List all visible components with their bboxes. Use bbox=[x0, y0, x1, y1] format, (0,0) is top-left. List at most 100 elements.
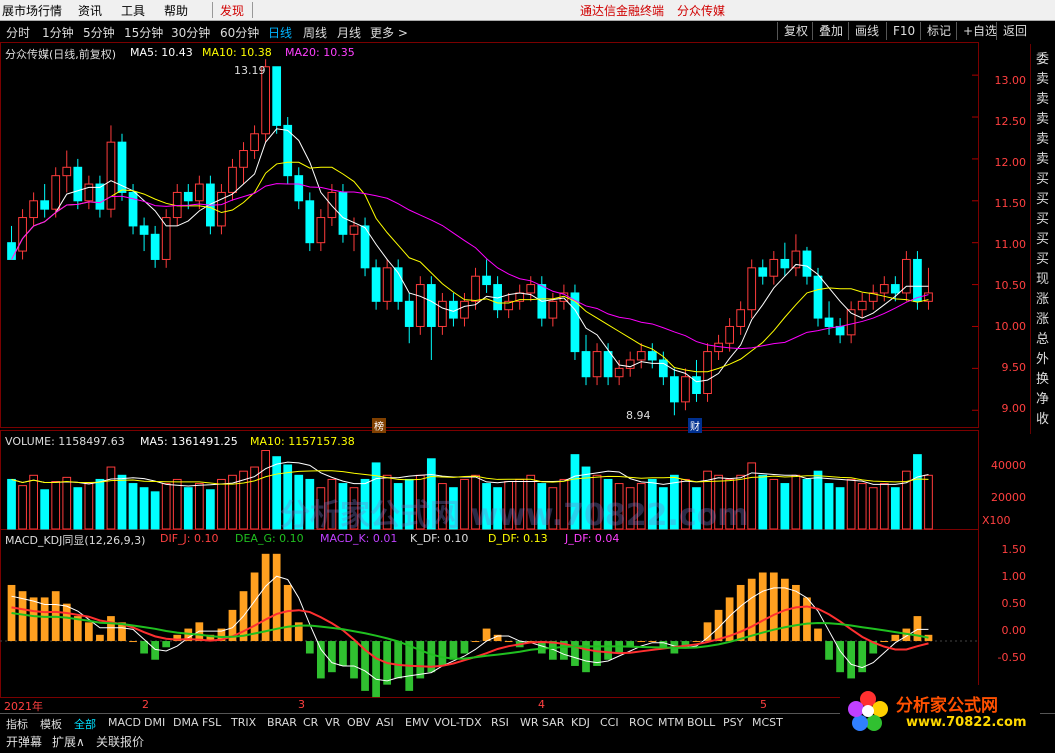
indicator-tab[interactable]: ASI bbox=[376, 716, 394, 729]
dif-j-label: DIF_J: 0.10 bbox=[160, 532, 219, 545]
indicator-tab[interactable]: DMA bbox=[173, 716, 199, 729]
candle-body bbox=[769, 258, 779, 277]
period-tab[interactable]: 分时 bbox=[6, 24, 30, 41]
period-more[interactable]: 更多 > bbox=[370, 24, 408, 41]
volume-bar bbox=[802, 478, 812, 530]
macd-bar bbox=[328, 641, 336, 673]
dea-line bbox=[11, 612, 929, 660]
f10-button[interactable]: F10 bbox=[886, 22, 921, 40]
menu-news[interactable]: 资讯 bbox=[78, 2, 102, 19]
indicator-tab[interactable]: 模板 bbox=[40, 716, 62, 732]
cai-badge[interactable]: 财 bbox=[688, 418, 702, 433]
period-tab[interactable]: 30分钟 bbox=[171, 24, 210, 41]
price-tick: 9.50 bbox=[1001, 361, 1027, 374]
candle-body bbox=[526, 284, 536, 294]
volume-ma5-line bbox=[11, 461, 929, 487]
candle-body bbox=[426, 284, 436, 327]
side-label: 卖 bbox=[1036, 112, 1050, 127]
indicator-tab[interactable]: ROC bbox=[629, 716, 653, 729]
volume-bar bbox=[261, 450, 270, 530]
side-label: 卖 bbox=[1036, 72, 1050, 87]
indicator-tab[interactable]: WR bbox=[520, 716, 539, 729]
indicator-tab[interactable]: EMV bbox=[405, 716, 429, 729]
flower-logo-icon bbox=[848, 691, 888, 731]
indicator-tab[interactable]: CCI bbox=[600, 716, 619, 729]
back-button[interactable]: 返回 bbox=[996, 22, 1033, 40]
candle-body bbox=[183, 191, 193, 202]
terminal-name: 通达信金融终端 bbox=[580, 4, 665, 18]
indicator-tab[interactable]: PSY bbox=[723, 716, 743, 729]
indicator-tab[interactable]: DMI bbox=[144, 716, 165, 729]
fuquan-button[interactable]: 复权 bbox=[777, 22, 814, 40]
period-tab-active[interactable]: 日线 bbox=[268, 24, 292, 41]
volume-bar bbox=[913, 454, 922, 530]
side-label: 买 bbox=[1036, 172, 1050, 187]
macd-tick: 1.00 bbox=[1001, 570, 1027, 583]
side-label: 买 bbox=[1036, 252, 1050, 267]
volume-bar bbox=[183, 487, 193, 530]
period-tab[interactable]: 1分钟 bbox=[42, 24, 74, 41]
indicator-tab[interactable]: VR bbox=[325, 716, 340, 729]
candle-body bbox=[725, 325, 734, 344]
expand-toggle[interactable]: 扩展∧ bbox=[52, 733, 85, 750]
overlay-button[interactable]: 叠加 bbox=[812, 22, 849, 40]
candle-body bbox=[404, 300, 414, 327]
indicator-tab[interactable]: BRAR bbox=[267, 716, 297, 729]
candle-body bbox=[228, 166, 237, 193]
indicator-tab[interactable]: FSL bbox=[202, 716, 221, 729]
candle-body bbox=[316, 217, 326, 244]
menu-tools[interactable]: 工具 bbox=[121, 2, 145, 19]
volume-bar bbox=[813, 470, 823, 530]
macd-bar bbox=[29, 597, 38, 642]
indicator-tab[interactable]: MCST bbox=[752, 716, 783, 729]
macd-bar bbox=[692, 641, 701, 643]
indicator-tab[interactable]: OBV bbox=[347, 716, 370, 729]
menu-discover[interactable]: 发现 bbox=[220, 2, 244, 19]
candle-body bbox=[294, 175, 304, 202]
menu-help[interactable]: 帮助 bbox=[164, 2, 188, 19]
danmu-toggle[interactable]: 开弹幕 bbox=[6, 733, 42, 750]
candle-body bbox=[382, 267, 392, 302]
period-tab[interactable]: 60分钟 bbox=[220, 24, 259, 41]
candle-body bbox=[913, 258, 922, 302]
candle-body bbox=[327, 191, 337, 219]
volume-bar bbox=[172, 478, 182, 530]
mark-button[interactable]: 标记 bbox=[920, 22, 957, 40]
volume-bar bbox=[924, 474, 933, 530]
indicator-tab[interactable]: RSI bbox=[491, 716, 509, 729]
volume-bar bbox=[106, 466, 116, 530]
macd-bar bbox=[847, 641, 856, 679]
volume-unit: X100 bbox=[982, 514, 1011, 527]
draw-button[interactable]: 画线 bbox=[848, 22, 885, 40]
candle-body bbox=[813, 275, 823, 319]
indicator-tab[interactable]: CR bbox=[303, 716, 318, 729]
quote-side-panel[interactable]: 委卖卖卖卖卖买买买买买现涨涨总外换净收 bbox=[1030, 44, 1055, 434]
indicator-tab[interactable]: BOLL bbox=[687, 716, 715, 729]
min-price-label: 8.94 bbox=[626, 409, 651, 422]
menu-market[interactable]: 展市场行情 bbox=[2, 2, 62, 19]
logo-url: www.70822.com bbox=[906, 715, 1027, 730]
period-tab[interactable]: 5分钟 bbox=[83, 24, 115, 41]
chart-canvas[interactable] bbox=[0, 42, 1030, 713]
side-label: 现 bbox=[1036, 272, 1050, 287]
indicator-tab[interactable]: VOL-TDX bbox=[434, 716, 482, 729]
related-quote-tab[interactable]: 关联报价 bbox=[96, 733, 144, 750]
indicator-tab[interactable]: TRIX bbox=[231, 716, 256, 729]
period-tab[interactable]: 15分钟 bbox=[124, 24, 163, 41]
candle-body bbox=[194, 183, 204, 202]
indicator-tab[interactable]: KDJ bbox=[571, 716, 590, 729]
indicator-tab[interactable]: SAR bbox=[542, 716, 564, 729]
indicator-tab[interactable]: 指标 bbox=[6, 716, 28, 732]
candle-body bbox=[84, 183, 94, 202]
indicator-tab[interactable]: MACD bbox=[108, 716, 141, 729]
bang-badge[interactable]: 榜 bbox=[372, 418, 386, 433]
volume-bar bbox=[139, 487, 149, 530]
candle-body bbox=[714, 342, 723, 353]
indicator-tab[interactable]: MTM bbox=[658, 716, 684, 729]
macd-bar bbox=[62, 603, 71, 642]
volume-bar bbox=[194, 483, 204, 530]
period-tab[interactable]: 周线 bbox=[303, 24, 327, 41]
side-label: 卖 bbox=[1036, 132, 1050, 147]
period-tab[interactable]: 月线 bbox=[337, 24, 361, 41]
indicator-tab[interactable]: 全部 bbox=[74, 716, 96, 732]
